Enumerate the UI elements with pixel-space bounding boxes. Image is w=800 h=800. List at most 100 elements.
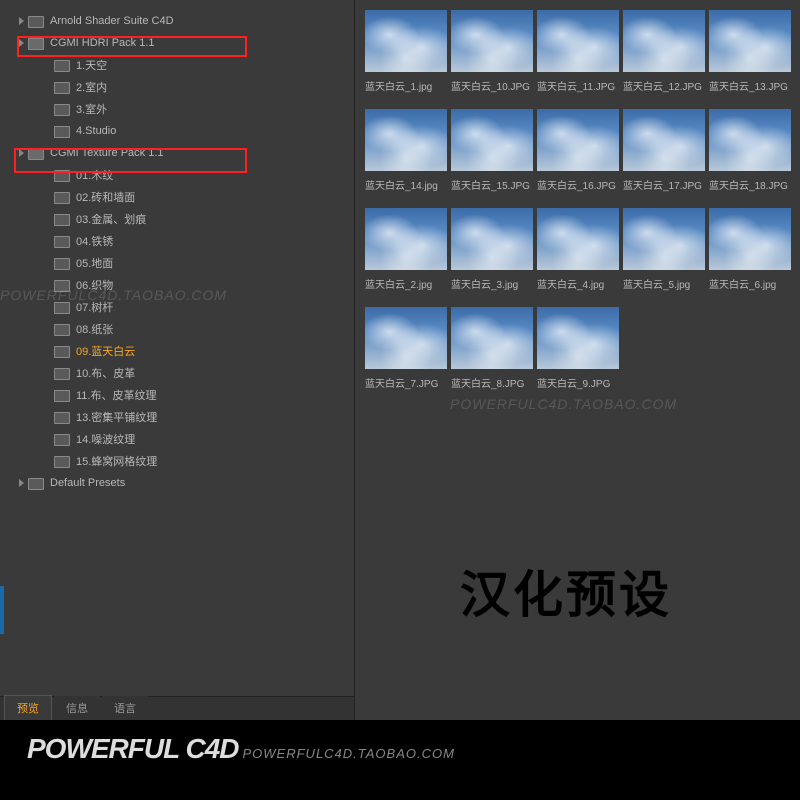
tree-item-label: 09.蓝天白云 — [76, 343, 135, 359]
expand-arrow-icon[interactable] — [19, 479, 24, 487]
tree-item[interactable]: 10.布、皮革 — [15, 362, 354, 384]
tree-item[interactable]: 02.砖和墙面 — [15, 186, 354, 208]
tree-item[interactable]: 08.纸张 — [15, 318, 354, 340]
tree-item-label: Arnold Shader Suite C4D — [50, 15, 174, 27]
folder-icon — [54, 103, 70, 115]
tree-item-label: 05.地面 — [76, 255, 113, 271]
tree-item[interactable]: 03.金属、划痕 — [15, 208, 354, 230]
thumbnail-image — [623, 10, 705, 72]
tree-item[interactable]: CGMI Texture Pack 1.1 — [15, 142, 354, 164]
thumbnail-item[interactable]: 蓝天白云_8.JPG — [451, 307, 533, 402]
thumbnail-item[interactable]: 蓝天白云_12.JPG — [623, 10, 705, 105]
tree-item[interactable]: CGMI HDRI Pack 1.1 — [15, 32, 354, 54]
tree-item[interactable]: 09.蓝天白云 — [15, 340, 354, 362]
thumbnail-image — [365, 109, 447, 171]
tree-item[interactable]: 15.蜂窝网格纹理 — [15, 450, 354, 472]
thumbnail-item[interactable]: 蓝天白云_16.JPG — [537, 109, 619, 204]
thumbnail-label: 蓝天白云_3.jpg — [451, 276, 533, 291]
folder-icon — [54, 323, 70, 335]
thumbnail-item[interactable]: 蓝天白云_1.jpg — [365, 10, 447, 105]
tree-item[interactable]: Default Presets — [15, 472, 354, 494]
sidebar: Arnold Shader Suite C4D CGMI HDRI Pack 1.… — [0, 0, 355, 720]
folder-icon — [54, 389, 70, 401]
thumbnail-item[interactable]: 蓝天白云_10.JPG — [451, 10, 533, 105]
tree-item-label: 3.室外 — [76, 101, 107, 117]
thumbnail-image — [623, 109, 705, 171]
thumbnail-image — [537, 109, 619, 171]
folder-icon — [54, 455, 70, 467]
bottom-tabs: 预览信息语言 — [0, 696, 354, 720]
tree-item-label: 14.噪波纹理 — [76, 431, 135, 447]
thumbnail-item[interactable]: 蓝天白云_13.JPG — [709, 10, 791, 105]
tab[interactable]: 语言 — [102, 696, 148, 720]
folder-icon — [28, 147, 44, 159]
footer-logo: POWERFUL C4D POWERFULC4D.TAOBAO.COM — [27, 733, 455, 765]
folder-icon — [28, 477, 44, 489]
thumbnail-image — [451, 109, 533, 171]
thumbnail-label: 蓝天白云_10.JPG — [451, 78, 533, 93]
thumbnail-label: 蓝天白云_17.JPG — [623, 177, 705, 192]
folder-icon — [28, 37, 44, 49]
tree-item[interactable]: 01.木纹 — [15, 164, 354, 186]
tree-item[interactable]: Arnold Shader Suite C4D — [15, 10, 354, 32]
thumbnail-item[interactable]: 蓝天白云_11.JPG — [537, 10, 619, 105]
tree-item-label: 02.砖和墙面 — [76, 189, 135, 205]
thumbnail-item[interactable]: 蓝天白云_9.JPG — [537, 307, 619, 402]
thumbnail-item[interactable]: 蓝天白云_15.JPG — [451, 109, 533, 204]
tree-item-label: 06.织物 — [76, 277, 113, 293]
thumbnail-label: 蓝天白云_15.JPG — [451, 177, 533, 192]
folder-icon — [54, 301, 70, 313]
tree-item[interactable]: 04.铁锈 — [15, 230, 354, 252]
thumbnail-label: 蓝天白云_14.jpg — [365, 177, 447, 192]
tree-item-label: 11.布、皮革纹理 — [76, 387, 156, 403]
tree-item[interactable]: 3.室外 — [15, 98, 354, 120]
tree-item[interactable]: 4.Studio — [15, 120, 354, 142]
thumbnail-grid: 蓝天白云_1.jpg 蓝天白云_10.JPG 蓝天白云_11.JPG 蓝天白云_12.… — [365, 10, 800, 402]
tab[interactable]: 信息 — [54, 696, 100, 720]
tree-item[interactable]: 06.织物 — [15, 274, 354, 296]
tree-item-label: CGMI Texture Pack 1.1 — [50, 147, 164, 159]
tree-item-label: CGMI HDRI Pack 1.1 — [50, 37, 155, 49]
thumbnail-item[interactable]: 蓝天白云_7.JPG — [365, 307, 447, 402]
tab[interactable]: 预览 — [4, 695, 52, 720]
thumbnail-label: 蓝天白云_16.JPG — [537, 177, 619, 192]
expand-arrow-icon[interactable] — [19, 17, 24, 25]
thumbnail-image — [709, 109, 791, 171]
tree-item-label: 10.布、皮革 — [76, 365, 135, 381]
thumbnail-image — [365, 307, 447, 369]
tree-item[interactable]: 07.树杆 — [15, 296, 354, 318]
thumbnail-image — [623, 208, 705, 270]
logo-text-small: POWERFULC4D.TAOBAO.COM — [243, 746, 455, 761]
tree-item[interactable]: 11.布、皮革纹理 — [15, 384, 354, 406]
thumbnail-image — [709, 10, 791, 72]
thumbnail-image — [451, 208, 533, 270]
thumbnail-item[interactable]: 蓝天白云_4.jpg — [537, 208, 619, 303]
thumbnail-item[interactable]: 蓝天白云_3.jpg — [451, 208, 533, 303]
tree-item[interactable]: 14.噪波纹理 — [15, 428, 354, 450]
overlay-caption: 汉化预设 — [460, 555, 672, 627]
thumbnail-image — [451, 307, 533, 369]
tree-item-label: 03.金属、划痕 — [76, 211, 146, 227]
tree-item[interactable]: 05.地面 — [15, 252, 354, 274]
folder-icon — [54, 345, 70, 357]
accent-bar — [0, 586, 4, 634]
tree-item-label: 04.铁锈 — [76, 233, 113, 249]
thumbnail-item[interactable]: 蓝天白云_2.jpg — [365, 208, 447, 303]
thumbnail-label: 蓝天白云_12.JPG — [623, 78, 705, 93]
thumbnail-item[interactable]: 蓝天白云_6.jpg — [709, 208, 791, 303]
expand-arrow-icon[interactable] — [19, 149, 24, 157]
thumbnail-label: 蓝天白云_8.JPG — [451, 375, 533, 390]
thumbnail-item[interactable]: 蓝天白云_18.JPG — [709, 109, 791, 204]
thumbnail-item[interactable]: 蓝天白云_5.jpg — [623, 208, 705, 303]
tree-item[interactable]: 1.天空 — [15, 54, 354, 76]
expand-arrow-icon[interactable] — [19, 39, 24, 47]
thumbnail-label: 蓝天白云_9.JPG — [537, 375, 619, 390]
thumbnail-image — [365, 10, 447, 72]
tree-item[interactable]: 13.密集平铺纹理 — [15, 406, 354, 428]
thumbnail-item[interactable]: 蓝天白云_14.jpg — [365, 109, 447, 204]
folder-tree: Arnold Shader Suite C4D CGMI HDRI Pack 1.… — [0, 0, 354, 696]
tree-item[interactable]: 2.室内 — [15, 76, 354, 98]
thumbnail-image — [365, 208, 447, 270]
folder-icon — [28, 15, 44, 27]
thumbnail-item[interactable]: 蓝天白云_17.JPG — [623, 109, 705, 204]
